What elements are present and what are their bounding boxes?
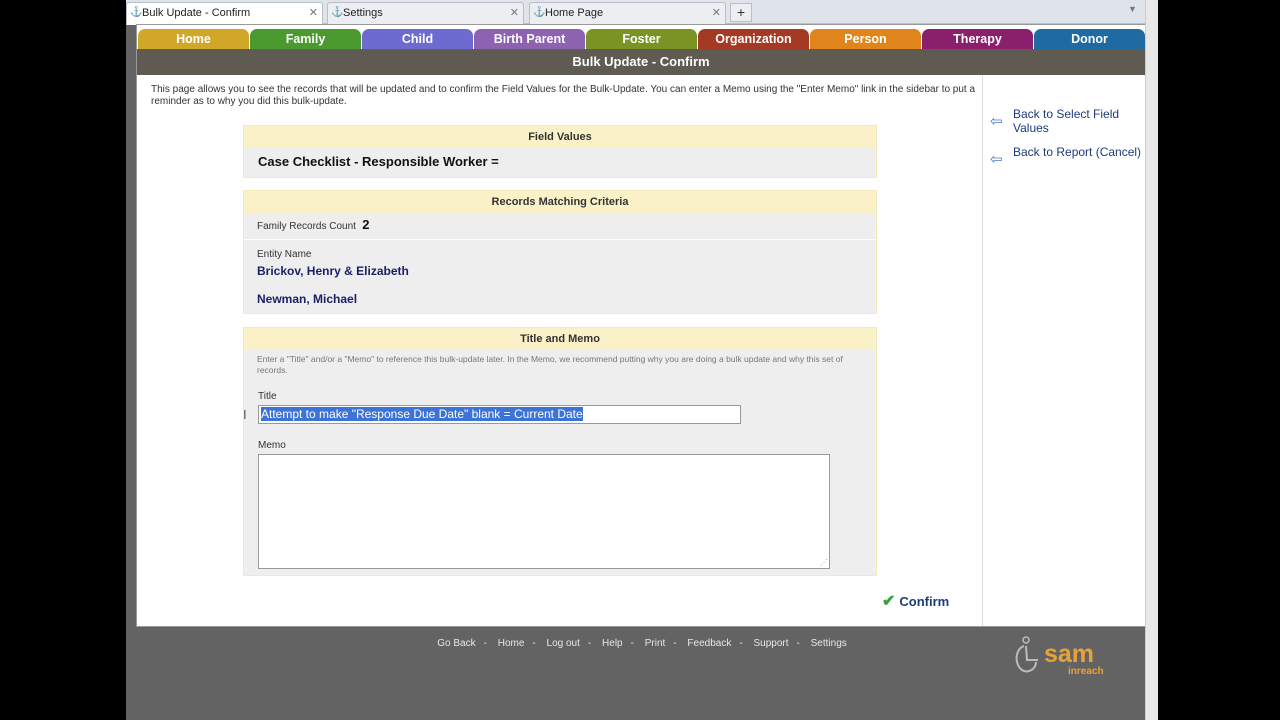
separator: - — [483, 638, 487, 649]
page-favicon-icon: ⚓ — [130, 7, 143, 18]
nav-tab-label: Foster — [622, 32, 661, 46]
confirm-button[interactable]: ✔ Confirm — [882, 591, 949, 611]
back-arrow-icon[interactable]: ⇦ — [990, 114, 1007, 129]
nav-tab-family[interactable]: Family — [250, 29, 361, 49]
separator: - — [739, 638, 743, 649]
separator: - — [630, 638, 634, 649]
title-memo-panel: Title and Memo Enter a "Title" and/or a … — [243, 327, 877, 576]
divider — [244, 239, 876, 240]
browser-tab-label: Bulk Update - Confirm — [142, 7, 251, 19]
footer-link-go-back[interactable]: Go Back — [437, 638, 475, 649]
checkmark-icon: ✔ — [882, 593, 896, 610]
browser-tab-home-page[interactable]: ⚓ Home Page ✕ — [529, 2, 726, 24]
text-cursor-icon: I — [243, 407, 247, 422]
nav-tab-label: Person — [844, 32, 887, 46]
close-tab-icon[interactable]: ✕ — [309, 3, 318, 23]
page-title: Bulk Update - Confirm — [137, 49, 1145, 75]
nav-tab-donor[interactable]: Donor — [1034, 29, 1145, 49]
title-memo-help: Enter a "Title" and/or a "Memo" to refer… — [257, 354, 843, 375]
entity-link[interactable]: Brickov, Henry & Elizabeth — [257, 264, 409, 278]
separator: - — [673, 638, 677, 649]
browser-tab-label: Settings — [343, 7, 383, 19]
resize-grip-icon[interactable]: ⋰ — [820, 558, 828, 567]
nav-tab-label: Therapy — [953, 32, 1002, 46]
page-favicon-icon: ⚓ — [331, 7, 344, 18]
footer-link-log-out[interactable]: Log out — [547, 638, 580, 649]
back-to-report-link[interactable]: Back to Report (Cancel) — [1013, 145, 1143, 159]
records-count-label: Family Records Count — [257, 221, 356, 232]
nav-tab-foster[interactable]: Foster — [586, 29, 697, 49]
nav-tab-label: Birth Parent — [493, 32, 566, 46]
browser-tab-bulk-update[interactable]: ⚓ Bulk Update - Confirm ✕ — [126, 2, 323, 25]
nav-tab-therapy[interactable]: Therapy — [922, 29, 1033, 49]
back-arrow-icon[interactable]: ⇦ — [990, 152, 1007, 167]
nav-tab-home[interactable]: Home — [138, 29, 249, 49]
footer-link-feedback[interactable]: Feedback — [687, 638, 731, 649]
footer-links: Go Back - Home - Log out - Help - Print - Fee… — [126, 638, 1158, 649]
page-favicon-icon: ⚓ — [533, 7, 546, 18]
footer-link-help[interactable]: Help — [602, 638, 623, 649]
separator: - — [796, 638, 800, 649]
field-values-panel: Field Values Case Checklist - Responsibl… — [243, 125, 877, 178]
panel-heading: Records Matching Criteria — [244, 191, 876, 213]
nav-tab-label: Child — [401, 32, 434, 46]
panel-heading: Field Values — [244, 126, 876, 148]
browser-tab-strip: ⚓ Bulk Update - Confirm ✕ ⚓ Settings ✕ ⚓… — [126, 0, 1158, 25]
browser-window: ⚓ Bulk Update - Confirm ✕ ⚓ Settings ✕ ⚓… — [126, 0, 1158, 720]
nav-tab-label: Organization — [715, 32, 792, 46]
title-label: Title — [258, 391, 277, 402]
title-input-value: Attempt to make "Response Due Date" blan… — [261, 407, 583, 421]
main-nav: Home Family Child Birth Parent Foster Or… — [137, 29, 1147, 49]
footer-link-support[interactable]: Support — [753, 638, 788, 649]
nav-tab-child[interactable]: Child — [362, 29, 473, 49]
intro-text: This page allows you to see the records … — [151, 84, 976, 107]
tab-list-chevron-icon[interactable]: ▼ — [1128, 4, 1137, 14]
logo-sub-text: inreach — [1068, 666, 1104, 677]
sam-inreach-logo: sam inreach — [1015, 636, 1104, 677]
field-value-row: Case Checklist - Responsible Worker = — [258, 154, 499, 169]
window-scrollbar[interactable] — [1145, 0, 1158, 720]
records-count-value: 2 — [362, 217, 370, 232]
footer-link-print[interactable]: Print — [645, 638, 666, 649]
nav-tab-birth-parent[interactable]: Birth Parent — [474, 29, 585, 49]
nav-tab-label: Family — [285, 32, 326, 46]
footer-link-settings[interactable]: Settings — [811, 638, 847, 649]
separator: - — [532, 638, 536, 649]
page-content: Home Family Child Birth Parent Foster Or… — [136, 24, 1146, 627]
sidebar: ⇦ Back to Select Field Values ⇦ Back to … — [982, 75, 1145, 626]
entity-name-label: Entity Name — [257, 249, 312, 260]
back-to-select-field-values-link[interactable]: Back to Select Field Values — [1013, 107, 1143, 135]
memo-label: Memo — [258, 440, 286, 451]
separator: - — [587, 638, 592, 649]
confirm-label: Confirm — [899, 594, 950, 609]
footer-link-home[interactable]: Home — [498, 638, 525, 649]
panel-heading: Title and Memo — [244, 328, 876, 350]
close-tab-icon[interactable]: ✕ — [712, 3, 721, 23]
nav-tab-person[interactable]: Person — [810, 29, 921, 49]
memo-textarea[interactable]: ⋰ — [258, 454, 830, 569]
nav-tab-label: Home — [176, 32, 211, 46]
nav-tab-organization[interactable]: Organization — [698, 29, 809, 49]
close-tab-icon[interactable]: ✕ — [510, 3, 519, 23]
browser-tab-settings[interactable]: ⚓ Settings ✕ — [327, 2, 524, 24]
browser-tab-label: Home Page — [545, 7, 604, 19]
new-tab-button[interactable]: + — [730, 3, 752, 22]
entity-link[interactable]: Newman, Michael — [257, 292, 357, 306]
logo-main-text: sam — [1044, 640, 1094, 668]
nav-tab-label: Donor — [1071, 32, 1108, 46]
title-input[interactable]: Attempt to make "Response Due Date" blan… — [258, 405, 741, 424]
records-panel: Records Matching Criteria Family Records… — [243, 190, 877, 314]
records-count-row: Family Records Count 2 — [257, 217, 370, 232]
